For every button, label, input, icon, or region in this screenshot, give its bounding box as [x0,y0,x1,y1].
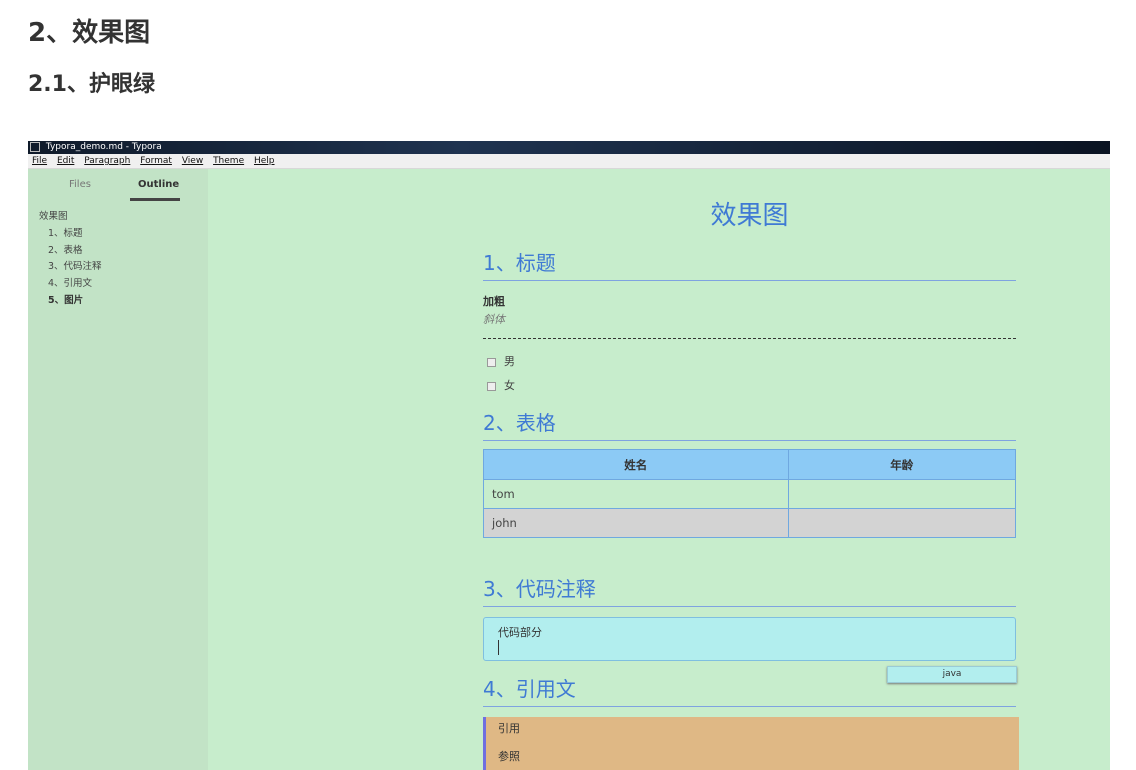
table-cell[interactable]: john [483,508,789,538]
blockquote: 引用 参照 [483,717,1019,770]
table-header: 姓名 [483,449,789,480]
menu-edit[interactable]: Edit [57,156,74,166]
outline-item[interactable]: 4、引用文 [39,276,102,293]
active-tab-indicator [130,198,180,201]
horizontal-rule [483,338,1016,339]
table-header: 年龄 [787,449,1017,480]
checkbox[interactable] [487,357,496,367]
quote-line: 参照 [498,750,520,763]
typora-screenshot: Typora_demo.md - Typora File Edit Paragr… [28,141,1110,770]
window-titlebar: Typora_demo.md - Typora [28,141,1110,154]
document-title: 效果图 [710,201,789,231]
task-label: 女 [504,379,515,392]
typora-app-icon [30,141,40,152]
table-cell[interactable] [787,479,1017,509]
task-item: 女 [487,377,515,393]
text-caret [498,640,499,655]
table-cell[interactable] [787,508,1017,538]
menu-paragraph[interactable]: Paragraph [84,156,130,166]
heading-code-section: 3、代码注释 [483,573,1016,607]
tab-outline[interactable]: Outline [138,179,179,190]
page-subheading: 2.1、护眼绿 [28,72,155,97]
italic-text: 斜体 [483,313,505,326]
heading-table-section: 2、表格 [483,407,1016,441]
task-label: 男 [504,355,515,368]
code-text: 代码部分 [498,626,542,639]
heading-title-section: 1、标题 [483,247,1016,281]
data-table: 姓名 年龄 tom john [483,449,1017,538]
code-block[interactable]: 代码部分 [483,617,1016,661]
tab-files[interactable]: Files [69,179,91,190]
outline-item[interactable]: 效果图 [39,209,102,226]
outline-item[interactable]: 1、标题 [39,226,102,243]
menu-help[interactable]: Help [254,156,275,166]
outline-item[interactable]: 3、代码注释 [39,259,102,276]
page-heading: 2、效果图 [28,18,151,48]
menu-bar: File Edit Paragraph Format View Theme He… [28,154,1110,169]
table-row: john [483,508,1017,538]
menu-view[interactable]: View [182,156,203,166]
quote-line: 引用 [498,722,520,735]
table-row: tom [483,479,1017,509]
checkbox[interactable] [487,381,496,391]
table-cell[interactable]: tom [483,479,789,509]
menu-file[interactable]: File [32,156,47,166]
bold-text: 加粗 [483,295,505,308]
heading-quote-section: 4、引用文 [483,673,1016,707]
window-title: Typora_demo.md - Typora [45,142,162,152]
task-item: 男 [487,353,515,369]
outline-item[interactable]: 2、表格 [39,243,102,260]
sidebar: Files Outline 效果图 1、标题 2、表格 3、代码注释 4、引用文… [28,169,208,770]
menu-format[interactable]: Format [140,156,172,166]
outline-list: 效果图 1、标题 2、表格 3、代码注释 4、引用文 5、图片 [39,209,102,310]
menu-theme[interactable]: Theme [213,156,244,166]
outline-item-active[interactable]: 5、图片 [39,293,102,310]
